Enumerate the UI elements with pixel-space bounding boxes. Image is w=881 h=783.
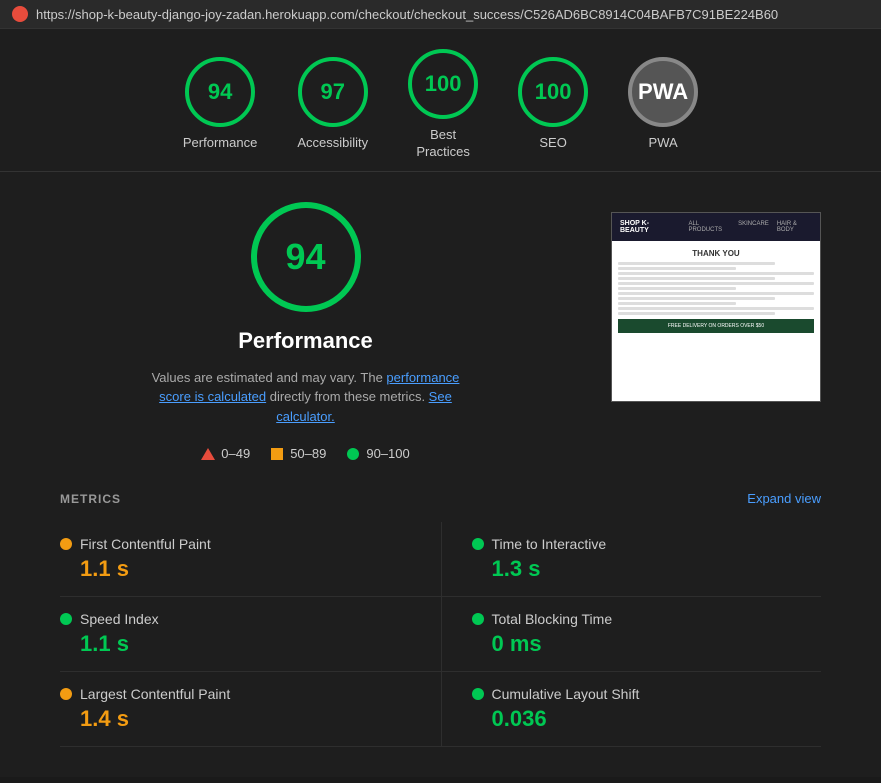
legend-row: 0–49 50–89 90–100 — [201, 446, 409, 461]
thumbnail-body: THANK YOU FREE DELIVERY ON ORDERS OVER $… — [612, 241, 820, 401]
average-icon — [270, 447, 284, 461]
fail-range: 0–49 — [221, 446, 250, 461]
seo-label: SEO — [539, 135, 566, 152]
cls-dot — [472, 688, 484, 700]
thumbnail-line-6 — [618, 287, 736, 290]
legend-fail: 0–49 — [201, 446, 250, 461]
tti-label: Time to Interactive — [492, 536, 607, 552]
thumbnail-nav-1: ALL PRODUCTS — [688, 221, 730, 233]
thumbnail-footer-text: FREE DELIVERY ON ORDERS OVER $50 — [668, 323, 764, 329]
score-item-best-practices[interactable]: 100 BestPractices — [408, 49, 478, 161]
metric-si-name-row: Speed Index — [60, 611, 411, 627]
tbt-value: 0 ms — [492, 631, 822, 657]
accessibility-label: Accessibility — [297, 135, 368, 152]
performance-left: 94 Performance Values are estimated and … — [60, 202, 551, 462]
score-row: 94 Performance 97 Accessibility 100 Best… — [0, 29, 881, 172]
performance-circle: 94 — [185, 57, 255, 127]
metric-lcp-name-row: Largest Contentful Paint — [60, 686, 411, 702]
thumbnail-thankyou: THANK YOU — [618, 249, 814, 258]
cls-value: 0.036 — [492, 706, 822, 732]
top-bar: https://shop-k-beauty-django-joy-zadan.h… — [0, 0, 881, 29]
score-item-accessibility[interactable]: 97 Accessibility — [297, 57, 368, 152]
performance-score-link[interactable]: performance score is calculated — [159, 370, 459, 405]
expand-view-button[interactable]: Expand view — [747, 491, 821, 506]
pass-icon — [346, 447, 360, 461]
thumbnail-line-1 — [618, 262, 775, 265]
see-calculator-link[interactable]: See calculator. — [276, 389, 452, 424]
metric-tti: Time to Interactive 1.3 s — [441, 522, 822, 597]
tbt-label: Total Blocking Time — [492, 611, 613, 627]
fail-icon — [201, 447, 215, 461]
page-thumbnail: SHOP K-BEAUTY ALL PRODUCTS SKINCARE HAIR… — [611, 212, 821, 402]
fcp-label: First Contentful Paint — [80, 536, 211, 552]
accessibility-circle: 97 — [298, 57, 368, 127]
thumbnail-nav-2: SKINCARE — [738, 221, 769, 233]
thumbnail-line-8 — [618, 297, 775, 300]
circle-green-icon — [347, 448, 359, 460]
cls-label: Cumulative Layout Shift — [492, 686, 640, 702]
thumbnail-line-4 — [618, 277, 775, 280]
tti-dot — [472, 538, 484, 550]
fcp-dot — [60, 538, 72, 550]
metric-lcp: Largest Contentful Paint 1.4 s — [60, 672, 441, 747]
thumbnail-line-5 — [618, 282, 814, 285]
pwa-circle: PWA — [628, 57, 698, 127]
metric-fcp: First Contentful Paint 1.1 s — [60, 522, 441, 597]
score-item-seo[interactable]: 100 SEO — [518, 57, 588, 152]
performance-label: Performance — [183, 135, 257, 152]
thumbnail-line-3 — [618, 272, 814, 275]
metrics-section: METRICS Expand view First Contentful Pai… — [60, 491, 821, 747]
lcp-label: Largest Contentful Paint — [80, 686, 230, 702]
best-practices-circle: 100 — [408, 49, 478, 119]
metrics-grid: First Contentful Paint 1.1 s Time to Int… — [60, 522, 821, 747]
metric-cls: Cumulative Layout Shift 0.036 — [441, 672, 822, 747]
metric-tbt: Total Blocking Time 0 ms — [441, 597, 822, 672]
metric-tbt-name-row: Total Blocking Time — [472, 611, 822, 627]
tti-value: 1.3 s — [492, 556, 822, 582]
average-range: 50–89 — [290, 446, 326, 461]
metrics-title: METRICS — [60, 492, 121, 506]
thumbnail-line-7 — [618, 292, 814, 295]
thumbnail-nav-3: HAIR & BODY — [777, 221, 812, 233]
thumbnail-inner: SHOP K-BEAUTY ALL PRODUCTS SKINCARE HAIR… — [612, 213, 820, 401]
fcp-value: 1.1 s — [80, 556, 411, 582]
pwa-label: PWA — [649, 135, 678, 152]
triangle-icon — [201, 448, 215, 460]
pwa-label-inner: PWA — [638, 79, 688, 105]
thumbnail-line-9 — [618, 302, 736, 305]
si-value: 1.1 s — [80, 631, 411, 657]
si-label: Speed Index — [80, 611, 159, 627]
metric-cls-name-row: Cumulative Layout Shift — [472, 686, 822, 702]
thumbnail-line-11 — [618, 312, 775, 315]
thumbnail-logo: SHOP K-BEAUTY — [620, 220, 674, 234]
performance-description: Values are estimated and may vary. The p… — [136, 368, 476, 427]
pass-range: 90–100 — [366, 446, 409, 461]
legend-pass: 90–100 — [346, 446, 409, 461]
thumbnail-line-10 — [618, 307, 814, 310]
lcp-value: 1.4 s — [80, 706, 411, 732]
performance-big-circle: 94 — [251, 202, 361, 312]
favicon-icon — [12, 6, 28, 22]
score-item-performance[interactable]: 94 Performance — [183, 57, 257, 152]
si-dot — [60, 613, 72, 625]
metrics-header: METRICS Expand view — [60, 491, 821, 506]
thumbnail-line-2 — [618, 267, 736, 270]
best-practices-label: BestPractices — [416, 127, 469, 161]
tbt-dot — [472, 613, 484, 625]
lcp-dot — [60, 688, 72, 700]
metric-si: Speed Index 1.1 s — [60, 597, 441, 672]
performance-title: Performance — [238, 328, 373, 354]
metric-tti-name-row: Time to Interactive — [472, 536, 822, 552]
score-item-pwa[interactable]: PWA PWA — [628, 57, 698, 152]
seo-circle: 100 — [518, 57, 588, 127]
performance-section: 94 Performance Values are estimated and … — [60, 202, 821, 462]
thumbnail-nav: ALL PRODUCTS SKINCARE HAIR & BODY — [688, 221, 812, 233]
url-bar: https://shop-k-beauty-django-joy-zadan.h… — [36, 7, 778, 22]
main-content: 94 Performance Values are estimated and … — [0, 172, 881, 778]
metric-fcp-name-row: First Contentful Paint — [60, 536, 411, 552]
thumbnail-header: SHOP K-BEAUTY ALL PRODUCTS SKINCARE HAIR… — [612, 213, 820, 241]
thumbnail-footer-bar: FREE DELIVERY ON ORDERS OVER $50 — [618, 319, 814, 333]
square-orange-icon — [271, 448, 283, 460]
legend-average: 50–89 — [270, 446, 326, 461]
